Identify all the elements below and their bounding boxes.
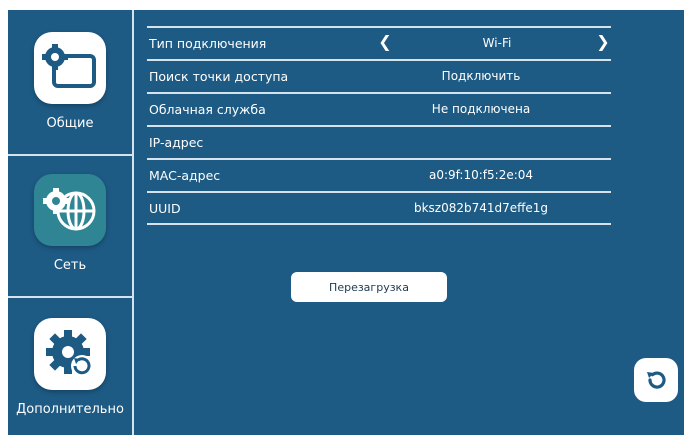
chevron-right-icon[interactable]: ❯ bbox=[593, 32, 613, 51]
setting-label: UUID bbox=[149, 200, 181, 216]
chevron-left-icon[interactable]: ❮ bbox=[375, 32, 395, 51]
settings-window-icon bbox=[34, 32, 106, 104]
network-globe-icon bbox=[34, 174, 106, 246]
sidebar-divider bbox=[8, 296, 132, 298]
connect-button[interactable]: Подключить bbox=[381, 69, 581, 83]
sidebar-item-network[interactable]: Сеть bbox=[8, 174, 132, 273]
setting-label: Поиск точки доступа bbox=[149, 68, 289, 84]
setting-row-access-point[interactable]: Поиск точки доступа Подключить bbox=[147, 59, 611, 91]
network-settings-panel: Тип подключения ❮ Wi-Fi ❯ Поиск точки до… bbox=[134, 10, 684, 435]
cloud-status-value: Не подключена bbox=[431, 102, 531, 116]
advanced-gear-icon bbox=[34, 318, 106, 390]
back-button[interactable] bbox=[634, 358, 678, 402]
reboot-button[interactable]: Перезагрузка bbox=[291, 272, 447, 302]
setting-row-connection-type: Тип подключения ❮ Wi-Fi ❯ bbox=[147, 26, 611, 58]
sidebar-item-label: Сеть bbox=[53, 258, 87, 273]
setting-row-mac: MAC-адрес a0:9f:10:f5:2e:04 bbox=[147, 158, 611, 190]
setting-label: IP-адрес bbox=[149, 134, 204, 150]
sidebar: Общие Сеть Дополнительно bbox=[8, 10, 134, 435]
setting-row-cloud: Облачная служба Не подключена bbox=[147, 92, 611, 124]
sidebar-divider bbox=[8, 154, 132, 156]
undo-icon bbox=[647, 371, 666, 389]
uuid-value: bksz082b741d7effe1g bbox=[413, 201, 549, 215]
setting-label: MAC-адрес bbox=[149, 167, 221, 183]
connection-type-value: Wi-Fi bbox=[482, 36, 512, 50]
setting-label: Тип подключения bbox=[149, 35, 267, 51]
screen: Общие Сеть Дополнительно Тип подключения… bbox=[8, 10, 684, 435]
sidebar-item-advanced[interactable]: Дополнительно bbox=[8, 318, 132, 417]
setting-row-ip: IP-адрес bbox=[147, 125, 611, 157]
divider bbox=[147, 223, 611, 225]
mac-value: a0:9f:10:f5:2e:04 bbox=[428, 168, 534, 182]
sidebar-item-general[interactable]: Общие bbox=[8, 32, 132, 131]
sidebar-item-label: Дополнительно bbox=[16, 402, 124, 417]
setting-row-uuid: UUID bksz082b741d7effe1g bbox=[147, 191, 611, 223]
sidebar-item-label: Общие bbox=[46, 116, 94, 131]
setting-label: Облачная служба bbox=[149, 101, 266, 117]
